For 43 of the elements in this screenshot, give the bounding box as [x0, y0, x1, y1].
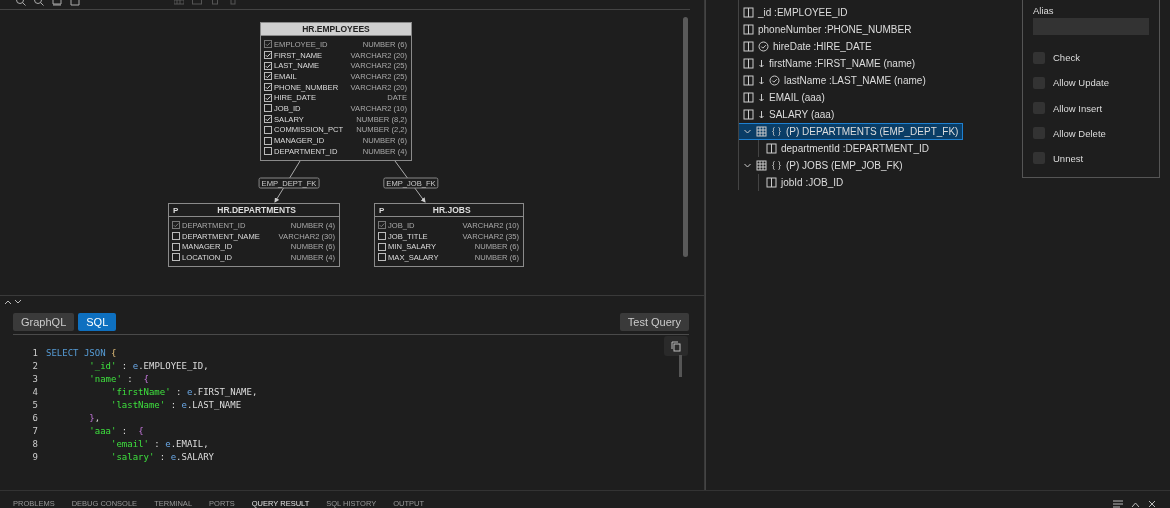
tree-item[interactable]: SALARY (aaa) [738, 106, 840, 123]
code-line: SELECT JSON { [46, 348, 117, 359]
code-line: 'aaa' : { [88, 425, 144, 436]
tree-item[interactable]: EMAIL (aaa) [738, 89, 830, 106]
test-query-button[interactable]: Test Query [619, 313, 689, 331]
tree-item[interactable]: _id :EMPLOYEE_ID [738, 4, 853, 21]
option-checkbox[interactable]: Check [1033, 45, 1149, 71]
line-number: 5 [31, 400, 38, 410]
tree-item[interactable]: departmentId :DEPARTMENT_ID [761, 140, 934, 157]
primary-key-label: P [379, 205, 385, 215]
line-number: 3 [31, 374, 38, 385]
tree-item[interactable]: (P) JOBS (EMP_JOB_FK) [738, 157, 908, 174]
tree-item[interactable]: (P) DEPARTMENTS (EMP_DEPT_FK) [738, 123, 964, 140]
line-number: 8 [31, 438, 38, 449]
tree-item[interactable]: firstName :FIRST_NAME (name) [738, 55, 921, 72]
option-checkbox[interactable]: Allow Update [1033, 70, 1149, 96]
line-number: 2 [31, 361, 38, 372]
line-number: 4 [31, 387, 38, 398]
option-checkbox[interactable]: Allow Insert [1033, 95, 1149, 121]
primary-key-label: P [173, 205, 179, 215]
table-title: HR.EMPLOYEES [301, 24, 371, 34]
tree-item[interactable]: phoneNumber :PHONE_NUMBER [738, 21, 917, 38]
alias-label: Alias [1033, 5, 1055, 16]
table-title: HR.DEPARTMENTS [216, 205, 298, 215]
tree-item[interactable]: lastName :LAST_NAME (name) [738, 72, 931, 89]
option-checkbox[interactable]: Unnest [1033, 145, 1149, 171]
code-line: 'salary' : e.SALARY [110, 451, 214, 462]
tree-item[interactable]: hireDate :HIRE_DATE [738, 38, 877, 55]
query-tab[interactable]: SQL [78, 313, 117, 331]
option-checkbox[interactable]: Allow Delete [1033, 120, 1149, 146]
code-line: 'email' : e.EMAIL, [110, 438, 209, 449]
code-line: 'name' : { [88, 374, 149, 385]
code-line: 'lastName' : e.LAST_NAME [110, 400, 242, 410]
query-tab[interactable]: GraphQL [13, 313, 75, 331]
line-number: 1 [31, 348, 38, 359]
code-line: 'firstName' : e.FIRST_NAME, [110, 387, 258, 398]
code-line: }, [88, 412, 101, 423]
line-number: 9 [31, 451, 38, 462]
code-line: '_id' : e.EMPLOYEE_ID, [88, 361, 209, 372]
tree-item[interactable]: jobId :JOB_ID [761, 174, 849, 191]
line-number: 6 [31, 412, 38, 423]
table-title: HR.JOBS [431, 205, 472, 215]
line-number: 7 [31, 425, 38, 436]
